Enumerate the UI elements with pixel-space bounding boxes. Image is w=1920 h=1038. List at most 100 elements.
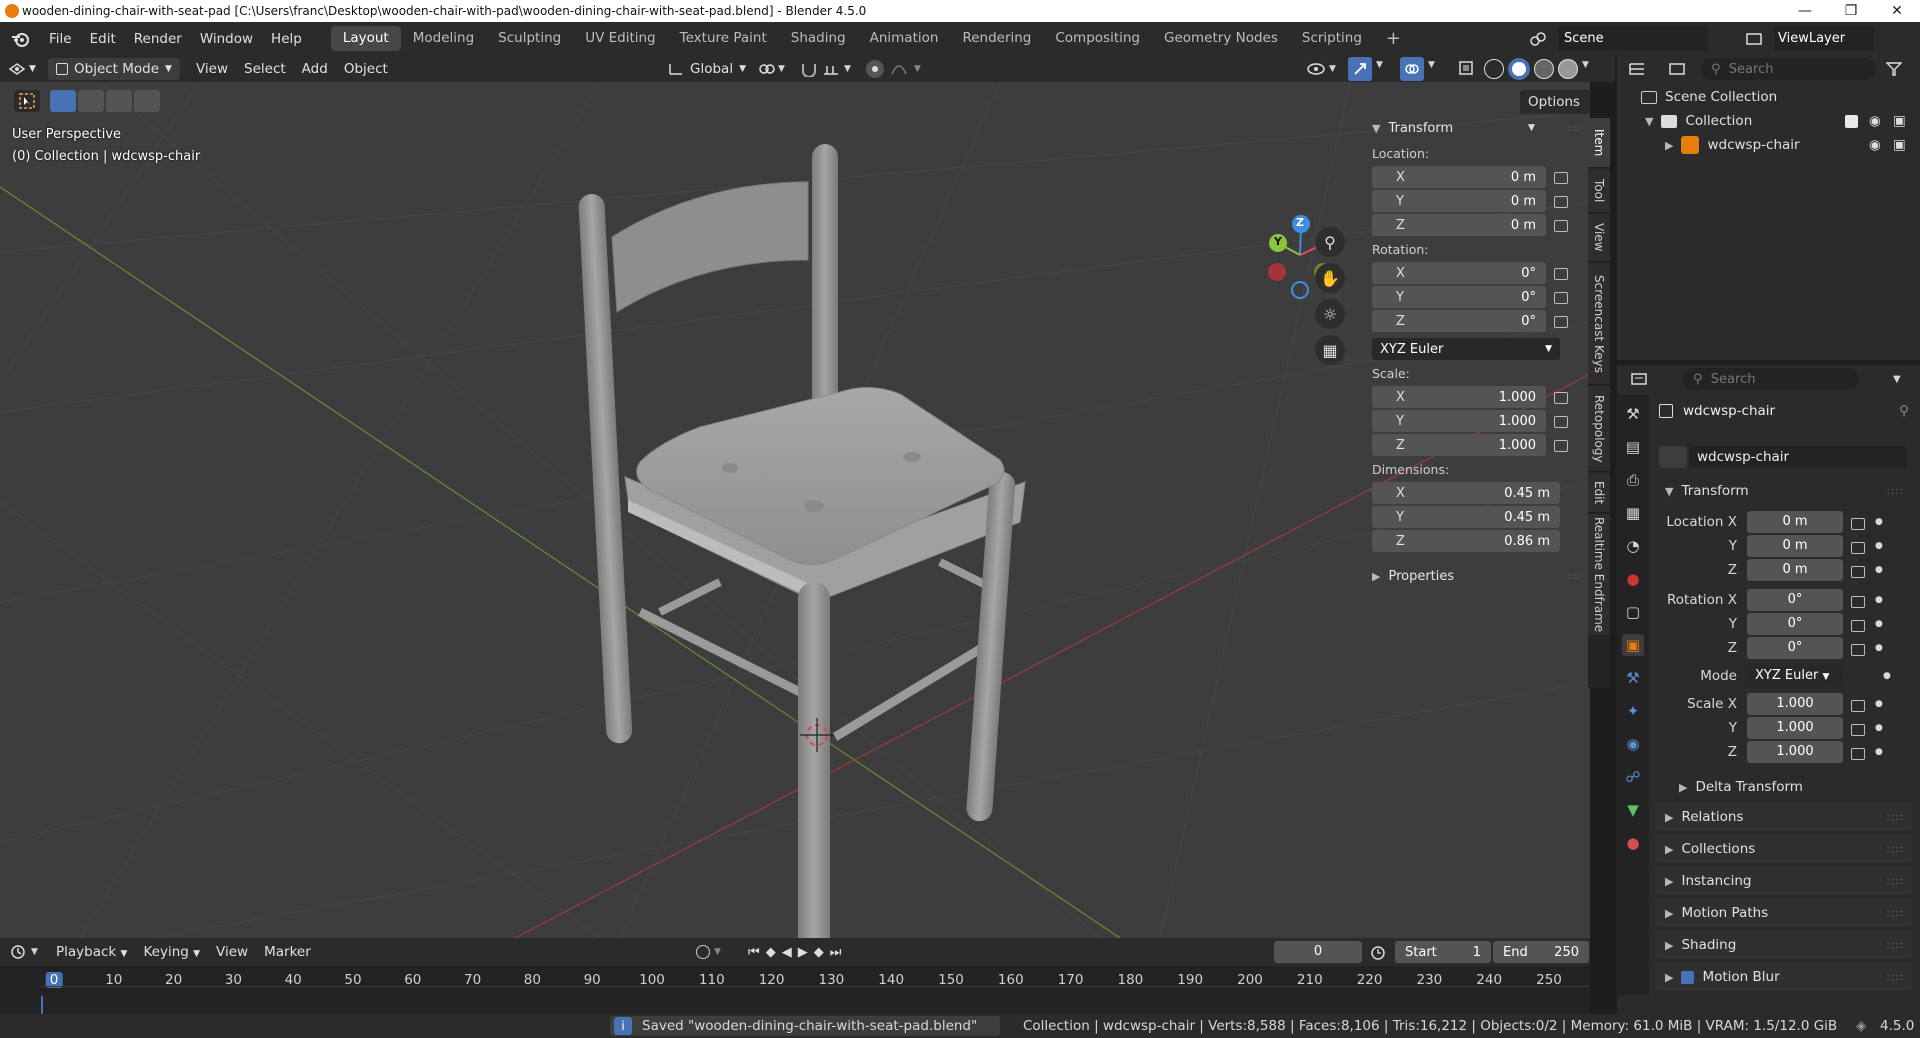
npanel-rotation-y[interactable]: Y 0°	[1372, 286, 1546, 308]
pivot-point-icon[interactable]: ▼	[758, 58, 798, 80]
npanel-dimensions-z[interactable]: Z 0.86 m	[1372, 530, 1560, 552]
camera-view-icon[interactable]: ☼	[1315, 299, 1345, 329]
tab-realtime-endframe[interactable]: Realtime Endframe	[1588, 514, 1610, 636]
material-preview-icon[interactable]	[1534, 59, 1554, 79]
filter-icon[interactable]	[1876, 62, 1912, 76]
lock-icon[interactable]	[1554, 172, 1568, 184]
tab-sculpting[interactable]: Sculpting	[486, 26, 573, 51]
camera-icon[interactable]: ▣	[1893, 137, 1906, 153]
expand-chevron-icon[interactable]: ▼	[1645, 115, 1653, 128]
wireframe-shading-icon[interactable]	[1484, 59, 1504, 79]
output-tab-icon[interactable]: ⎙	[1622, 469, 1644, 491]
instancing-section-header[interactable]: ▶ Instancing::::	[1655, 867, 1912, 895]
npanel-dimensions-y[interactable]: Y 0.45 m	[1372, 506, 1560, 528]
camera-icon[interactable]: ▣	[1893, 113, 1906, 129]
menu-edit[interactable]: Edit	[81, 31, 125, 47]
tab-edit[interactable]: Edit	[1588, 473, 1610, 513]
properties-search-input[interactable]: ⚲ Search	[1683, 368, 1859, 390]
eye-icon[interactable]: ◉	[1869, 137, 1881, 153]
lock-icon[interactable]	[1554, 220, 1568, 232]
timeline-menu-keying[interactable]: Keying ▼	[135, 941, 208, 963]
menu-render[interactable]: Render	[125, 31, 191, 47]
blender-menu-icon[interactable]	[0, 31, 40, 47]
npanel-transform-header[interactable]: ▼ Transform::::	[1372, 118, 1580, 140]
exclude-checkbox-icon[interactable]	[1845, 114, 1858, 128]
timeline-area[interactable]: 0 10 20 30 40 50 60 70 80 90 100 110 120 130 140 150 160…	[0, 966, 1590, 1014]
npanel-location-y[interactable]: Y0 m	[1372, 190, 1546, 212]
prop-location-z-field[interactable]: 0 m	[1747, 559, 1843, 581]
prop-location-y-field[interactable]: 0 m	[1747, 535, 1843, 557]
xray-toggle-icon[interactable]	[1456, 58, 1476, 78]
shading-section-header[interactable]: ▶ Shading::::	[1655, 931, 1912, 959]
menu-help[interactable]: Help	[262, 31, 311, 47]
viewport-menu-view[interactable]: View	[188, 58, 236, 80]
datablock-browse-icon[interactable]	[1659, 446, 1687, 468]
maximize-button[interactable]: ❐	[1828, 0, 1874, 22]
rendered-shading-icon[interactable]	[1558, 59, 1578, 79]
motion-blur-checkbox[interactable]	[1681, 970, 1695, 984]
lock-icon[interactable]	[1554, 196, 1568, 208]
jump-start-icon[interactable]: ⏮	[748, 945, 760, 960]
snap-icon[interactable]: ▼	[800, 58, 862, 80]
select-tool-icon[interactable]	[14, 90, 40, 112]
close-button[interactable]: ✕	[1874, 0, 1920, 22]
eye-icon[interactable]: ◉	[1869, 113, 1881, 129]
tab-texture-paint[interactable]: Texture Paint	[668, 26, 779, 51]
tab-layout[interactable]: Layout	[330, 26, 401, 51]
visibility-filter-icon[interactable]: ▼	[1306, 58, 1346, 80]
prop-scale-x-field[interactable]: 1.000	[1747, 693, 1843, 715]
keyframe-dot-icon[interactable]: ●	[1875, 565, 1883, 575]
npanel-rotation-z[interactable]: Z 0°	[1372, 310, 1546, 332]
object-row[interactable]: ▶ wdcwsp-chair ◉ ▣	[1665, 133, 1915, 157]
scene-selector-icon[interactable]	[1520, 26, 1556, 51]
zoom-icon[interactable]: ⚲	[1315, 227, 1345, 257]
lock-icon[interactable]	[1851, 542, 1865, 554]
motion-paths-section-header[interactable]: ▶ Motion Paths::::	[1655, 899, 1912, 927]
npanel-rotation-mode-dropdown[interactable]: XYZ Euler ▼	[1372, 338, 1560, 360]
object-mode-dropdown[interactable]: Object Mode ▼	[48, 57, 180, 80]
display-mode-icon[interactable]	[1657, 62, 1697, 76]
prop-location-x-field[interactable]: 0 m	[1747, 511, 1843, 533]
scene-tab-icon[interactable]: ◔	[1622, 535, 1644, 557]
physics-tab-icon[interactable]: ◉	[1622, 733, 1644, 755]
view-layer-icon[interactable]	[1736, 26, 1772, 51]
tab-view[interactable]: View	[1588, 214, 1610, 262]
lock-icon[interactable]	[1554, 392, 1568, 404]
select-invert-icon[interactable]	[134, 90, 160, 112]
npanel-location-x[interactable]: X0 m	[1372, 166, 1546, 188]
keyframe-dot-icon[interactable]: ●	[1875, 747, 1883, 757]
lock-icon[interactable]	[1851, 596, 1865, 608]
npanel-scale-y[interactable]: Y 1.000	[1372, 410, 1546, 432]
navigation-gizmo[interactable]: Z X Y	[1255, 210, 1345, 310]
motion-blur-section-header[interactable]: ▶ Motion Blur::::	[1655, 963, 1912, 991]
editor-type-icon[interactable]: ▼	[0, 58, 48, 80]
next-keyframe-icon[interactable]: ◆	[814, 945, 824, 960]
lock-icon[interactable]	[1851, 724, 1865, 736]
keyframe-dot-icon[interactable]: ●	[1875, 699, 1883, 709]
keyframe-dot-icon[interactable]: ●	[1875, 723, 1883, 733]
properties-editor-type-icon[interactable]	[1617, 372, 1661, 386]
shading-dropdown-icon[interactable]: ▼	[1582, 60, 1589, 70]
prop-scale-z-field[interactable]: 1.000	[1747, 741, 1843, 763]
lock-icon[interactable]	[1851, 644, 1865, 656]
solid-shading-icon[interactable]	[1508, 58, 1530, 80]
collections-section-header[interactable]: ▶ Collections::::	[1655, 835, 1912, 863]
view-layer-tab-icon[interactable]: ▦	[1622, 502, 1644, 524]
tab-animation[interactable]: Animation	[858, 26, 951, 51]
world-tab-icon[interactable]: ●	[1622, 568, 1644, 590]
proportional-editing-icon[interactable]: ▼	[866, 58, 928, 80]
delta-transform-header[interactable]: ▶ Delta Transform	[1669, 773, 1912, 801]
collection-row[interactable]: ▼ Collection ◉ ▣	[1645, 109, 1915, 133]
prop-scale-y-field[interactable]: 1.000	[1747, 717, 1843, 739]
viewport-menu-select[interactable]: Select	[236, 58, 294, 80]
menu-file[interactable]: File	[40, 31, 81, 47]
material-tab-icon[interactable]: ●	[1622, 832, 1644, 854]
pan-hand-icon[interactable]: ✋	[1315, 263, 1345, 293]
select-extend-icon[interactable]	[78, 90, 104, 112]
expand-chevron-icon[interactable]: ▶	[1665, 139, 1673, 152]
tab-rendering[interactable]: Rendering	[950, 26, 1043, 51]
npanel-rotation-x[interactable]: X 0°	[1372, 262, 1546, 284]
outliner-search-input[interactable]: ⚲ Search	[1701, 58, 1876, 80]
auto-keying-icon[interactable]: ▼	[696, 942, 736, 962]
select-new-icon[interactable]	[50, 90, 76, 112]
